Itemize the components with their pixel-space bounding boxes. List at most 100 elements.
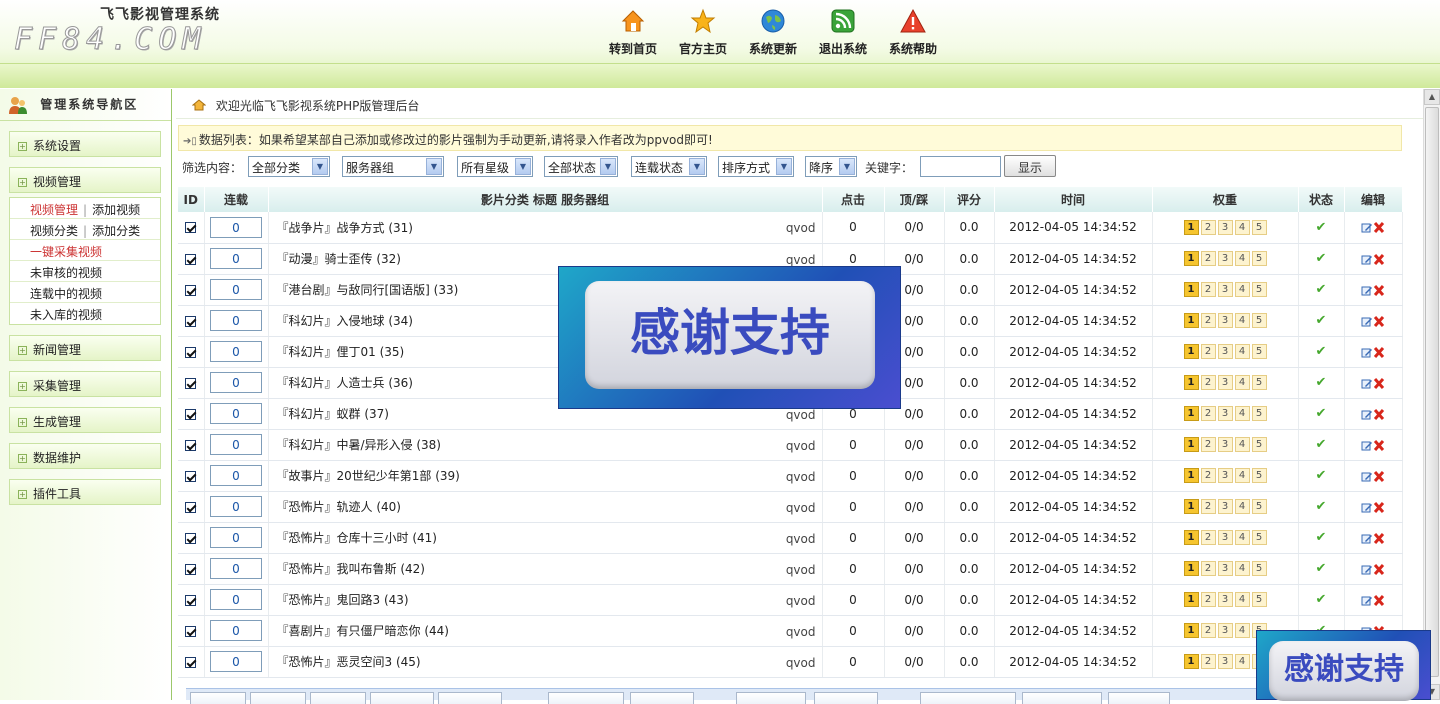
serial-input[interactable]: 0: [210, 527, 262, 548]
weight-button[interactable]: 2: [1200, 530, 1216, 545]
weight-button[interactable]: 2: [1200, 561, 1216, 576]
delete-icon[interactable]: [1373, 470, 1385, 482]
weight-button[interactable]: 3: [1217, 406, 1233, 421]
edit-icon[interactable]: [1361, 222, 1373, 233]
row-checkbox[interactable]: [185, 501, 197, 513]
weight-button[interactable]: 2: [1200, 592, 1216, 607]
status-check-icon[interactable]: ✔: [1316, 437, 1327, 452]
nav-logout-link[interactable]: 退出系统: [808, 8, 878, 57]
row-checkbox[interactable]: [185, 222, 197, 234]
weight-button[interactable]: 5: [1251, 530, 1267, 545]
row-checkbox[interactable]: [185, 377, 197, 389]
sort-select[interactable]: 排序方式 ▼: [718, 156, 794, 177]
status-check-icon[interactable]: ✔: [1316, 313, 1327, 328]
delete-icon[interactable]: [1373, 222, 1385, 234]
col-updown[interactable]: 顶/踩: [884, 187, 945, 212]
delete-icon[interactable]: [1373, 563, 1385, 575]
weight-button[interactable]: 5: [1251, 375, 1267, 390]
video-title-link[interactable]: 『科幻片』俚丁01 (35): [277, 345, 405, 359]
weight-button[interactable]: 2: [1200, 251, 1216, 266]
weight-button[interactable]: 5: [1251, 592, 1267, 607]
sidebar-item-video-category[interactable]: 视频分类: [30, 224, 78, 238]
weight-button[interactable]: 4: [1234, 437, 1250, 452]
weight-button[interactable]: 3: [1217, 654, 1233, 669]
weight-button[interactable]: 1: [1183, 623, 1199, 638]
serial-input[interactable]: 0: [210, 589, 262, 610]
edit-icon[interactable]: [1361, 254, 1373, 265]
video-title-link[interactable]: 『恐怖片』恶灵空间3 (45): [277, 655, 421, 669]
video-title-link[interactable]: 『恐怖片』轨迹人 (40): [277, 500, 401, 514]
weight-button[interactable]: 4: [1234, 344, 1250, 359]
delete-icon[interactable]: [1373, 315, 1385, 327]
row-checkbox[interactable]: [185, 315, 197, 327]
weight-button[interactable]: 2: [1200, 468, 1216, 483]
weight-button[interactable]: 3: [1217, 251, 1233, 266]
weight-button[interactable]: 5: [1251, 344, 1267, 359]
delete-icon[interactable]: [1373, 377, 1385, 389]
weight-button[interactable]: 5: [1251, 499, 1267, 514]
sidebar-group-data[interactable]: + 数据维护: [9, 443, 161, 469]
weight-button[interactable]: 1: [1183, 313, 1199, 328]
video-title-link[interactable]: 『战争片』战争方式 (31): [277, 221, 413, 235]
sidebar-item-serializing[interactable]: 连载中的视频: [30, 287, 102, 301]
sidebar-group-generate[interactable]: + 生成管理: [9, 407, 161, 433]
nav-home-link[interactable]: 转到首页: [598, 8, 668, 57]
weight-button[interactable]: 2: [1200, 344, 1216, 359]
weight-button[interactable]: 3: [1217, 530, 1233, 545]
col-hits[interactable]: 点击: [822, 187, 885, 212]
sidebar-group-collect[interactable]: + 采集管理: [9, 371, 161, 397]
nav-official-link[interactable]: 官方主页: [668, 8, 738, 57]
bottom-select[interactable]: [1022, 692, 1102, 704]
row-checkbox[interactable]: [185, 470, 197, 482]
serial-input[interactable]: 0: [210, 372, 262, 393]
row-checkbox[interactable]: [185, 253, 197, 265]
status-check-icon[interactable]: ✔: [1316, 344, 1327, 359]
col-serial[interactable]: 连载: [204, 187, 269, 212]
weight-button[interactable]: 3: [1217, 313, 1233, 328]
weight-button[interactable]: 4: [1234, 406, 1250, 421]
video-title-link[interactable]: 『港台剧』与敌同行[国语版] (33): [277, 283, 459, 297]
weight-button[interactable]: 4: [1234, 623, 1250, 638]
weight-button[interactable]: 4: [1234, 219, 1250, 235]
video-title-link[interactable]: 『科幻片』蚁群 (37): [277, 407, 389, 421]
edit-icon[interactable]: [1361, 316, 1373, 327]
bottom-button[interactable]: [438, 692, 502, 704]
col-title[interactable]: 影片分类 标题 服务器组: [268, 187, 823, 212]
serial-input[interactable]: 0: [210, 216, 262, 238]
weight-button[interactable]: 2: [1200, 654, 1216, 669]
status-check-icon[interactable]: ✔: [1316, 592, 1327, 607]
status-select[interactable]: 全部状态 ▼: [544, 156, 618, 177]
delete-icon[interactable]: [1373, 501, 1385, 513]
category-select[interactable]: 全部分类 ▼: [248, 156, 330, 177]
serial-input[interactable]: 0: [210, 341, 262, 362]
weight-button[interactable]: 1: [1183, 468, 1199, 483]
bottom-button[interactable]: [250, 692, 306, 704]
weight-button[interactable]: 1: [1183, 219, 1199, 235]
weight-button[interactable]: 4: [1234, 530, 1250, 545]
weight-button[interactable]: 3: [1217, 437, 1233, 452]
row-checkbox[interactable]: [185, 656, 197, 668]
delete-icon[interactable]: [1373, 439, 1385, 451]
row-checkbox[interactable]: [185, 439, 197, 451]
weight-button[interactable]: 1: [1183, 561, 1199, 576]
weight-button[interactable]: 1: [1183, 282, 1199, 297]
scroll-thumb[interactable]: [1425, 107, 1439, 677]
status-check-icon[interactable]: ✔: [1316, 251, 1327, 266]
weight-button[interactable]: 3: [1217, 219, 1233, 235]
col-time[interactable]: 时间: [994, 187, 1153, 212]
row-checkbox[interactable]: [185, 346, 197, 358]
weight-button[interactable]: 2: [1200, 313, 1216, 328]
weight-button[interactable]: 4: [1234, 654, 1250, 669]
weight-button[interactable]: 5: [1251, 313, 1267, 328]
bottom-button[interactable]: [370, 692, 434, 704]
edit-icon[interactable]: [1361, 533, 1373, 544]
delete-icon[interactable]: [1373, 253, 1385, 265]
weight-button[interactable]: 5: [1251, 437, 1267, 452]
weight-button[interactable]: 3: [1217, 344, 1233, 359]
edit-icon[interactable]: [1361, 409, 1373, 420]
bottom-button[interactable]: [310, 692, 366, 704]
delete-icon[interactable]: [1373, 346, 1385, 358]
bottom-button[interactable]: [190, 692, 246, 704]
weight-button[interactable]: 5: [1251, 251, 1267, 266]
serial-input[interactable]: 0: [210, 279, 262, 300]
